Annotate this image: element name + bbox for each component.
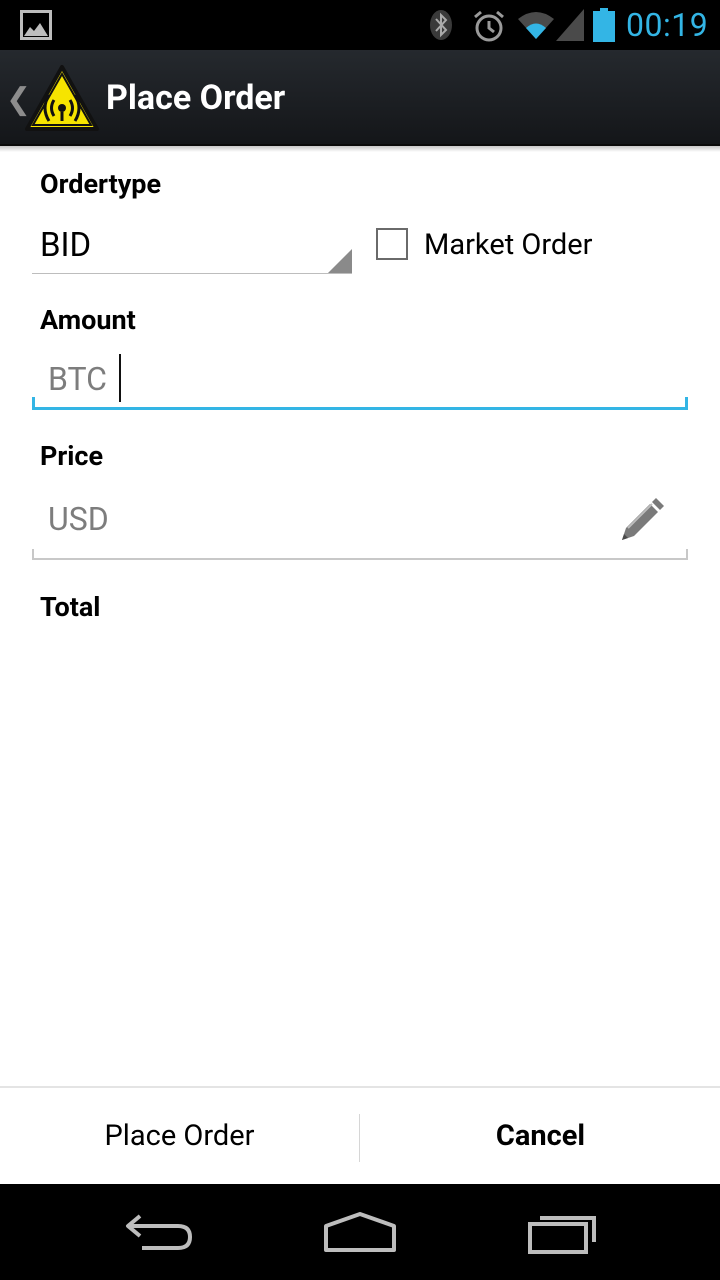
amount-label: Amount — [40, 304, 136, 336]
price-field[interactable] — [32, 490, 688, 560]
navigation-bar — [0, 1184, 720, 1280]
bluetooth-icon — [430, 10, 452, 40]
recents-icon[interactable] — [522, 1208, 602, 1256]
ordertype-spinner[interactable]: BID — [32, 216, 352, 274]
ordertype-label: Ordertype — [40, 168, 162, 200]
button-divider — [359, 1114, 360, 1162]
place-order-button[interactable]: Place Order — [0, 1088, 359, 1184]
ordertype-selected-value: BID — [40, 226, 92, 265]
status-bar: 00:19 — [0, 0, 720, 50]
amount-field[interactable] — [32, 350, 688, 410]
pencil-icon[interactable] — [612, 494, 668, 550]
clock: 00:19 — [626, 6, 709, 44]
amount-input[interactable] — [48, 356, 608, 402]
button-bar: Place Order Cancel — [0, 1086, 720, 1184]
market-order-checkbox-row[interactable]: Market Order — [376, 228, 636, 262]
action-bar-shadow — [0, 146, 720, 152]
market-order-checkbox[interactable] — [376, 228, 408, 260]
back-icon[interactable] — [120, 1210, 196, 1254]
picture-icon — [20, 10, 52, 40]
total-label: Total — [40, 591, 101, 623]
price-input[interactable] — [48, 496, 608, 542]
wifi-icon — [518, 12, 554, 39]
action-bar: ❮ Place Order — [0, 50, 720, 152]
price-label: Price — [40, 440, 104, 472]
page-title: Place Order — [106, 78, 286, 118]
cancel-button[interactable]: Cancel — [361, 1088, 720, 1184]
radio-warning-icon[interactable] — [24, 64, 100, 132]
dropdown-triangle-icon — [328, 249, 352, 273]
signal-icon — [556, 9, 584, 41]
battery-icon — [593, 8, 615, 42]
home-icon[interactable] — [320, 1210, 400, 1254]
alarm-icon — [474, 10, 504, 42]
market-order-label[interactable]: Market Order — [424, 228, 592, 262]
text-cursor — [119, 354, 121, 402]
